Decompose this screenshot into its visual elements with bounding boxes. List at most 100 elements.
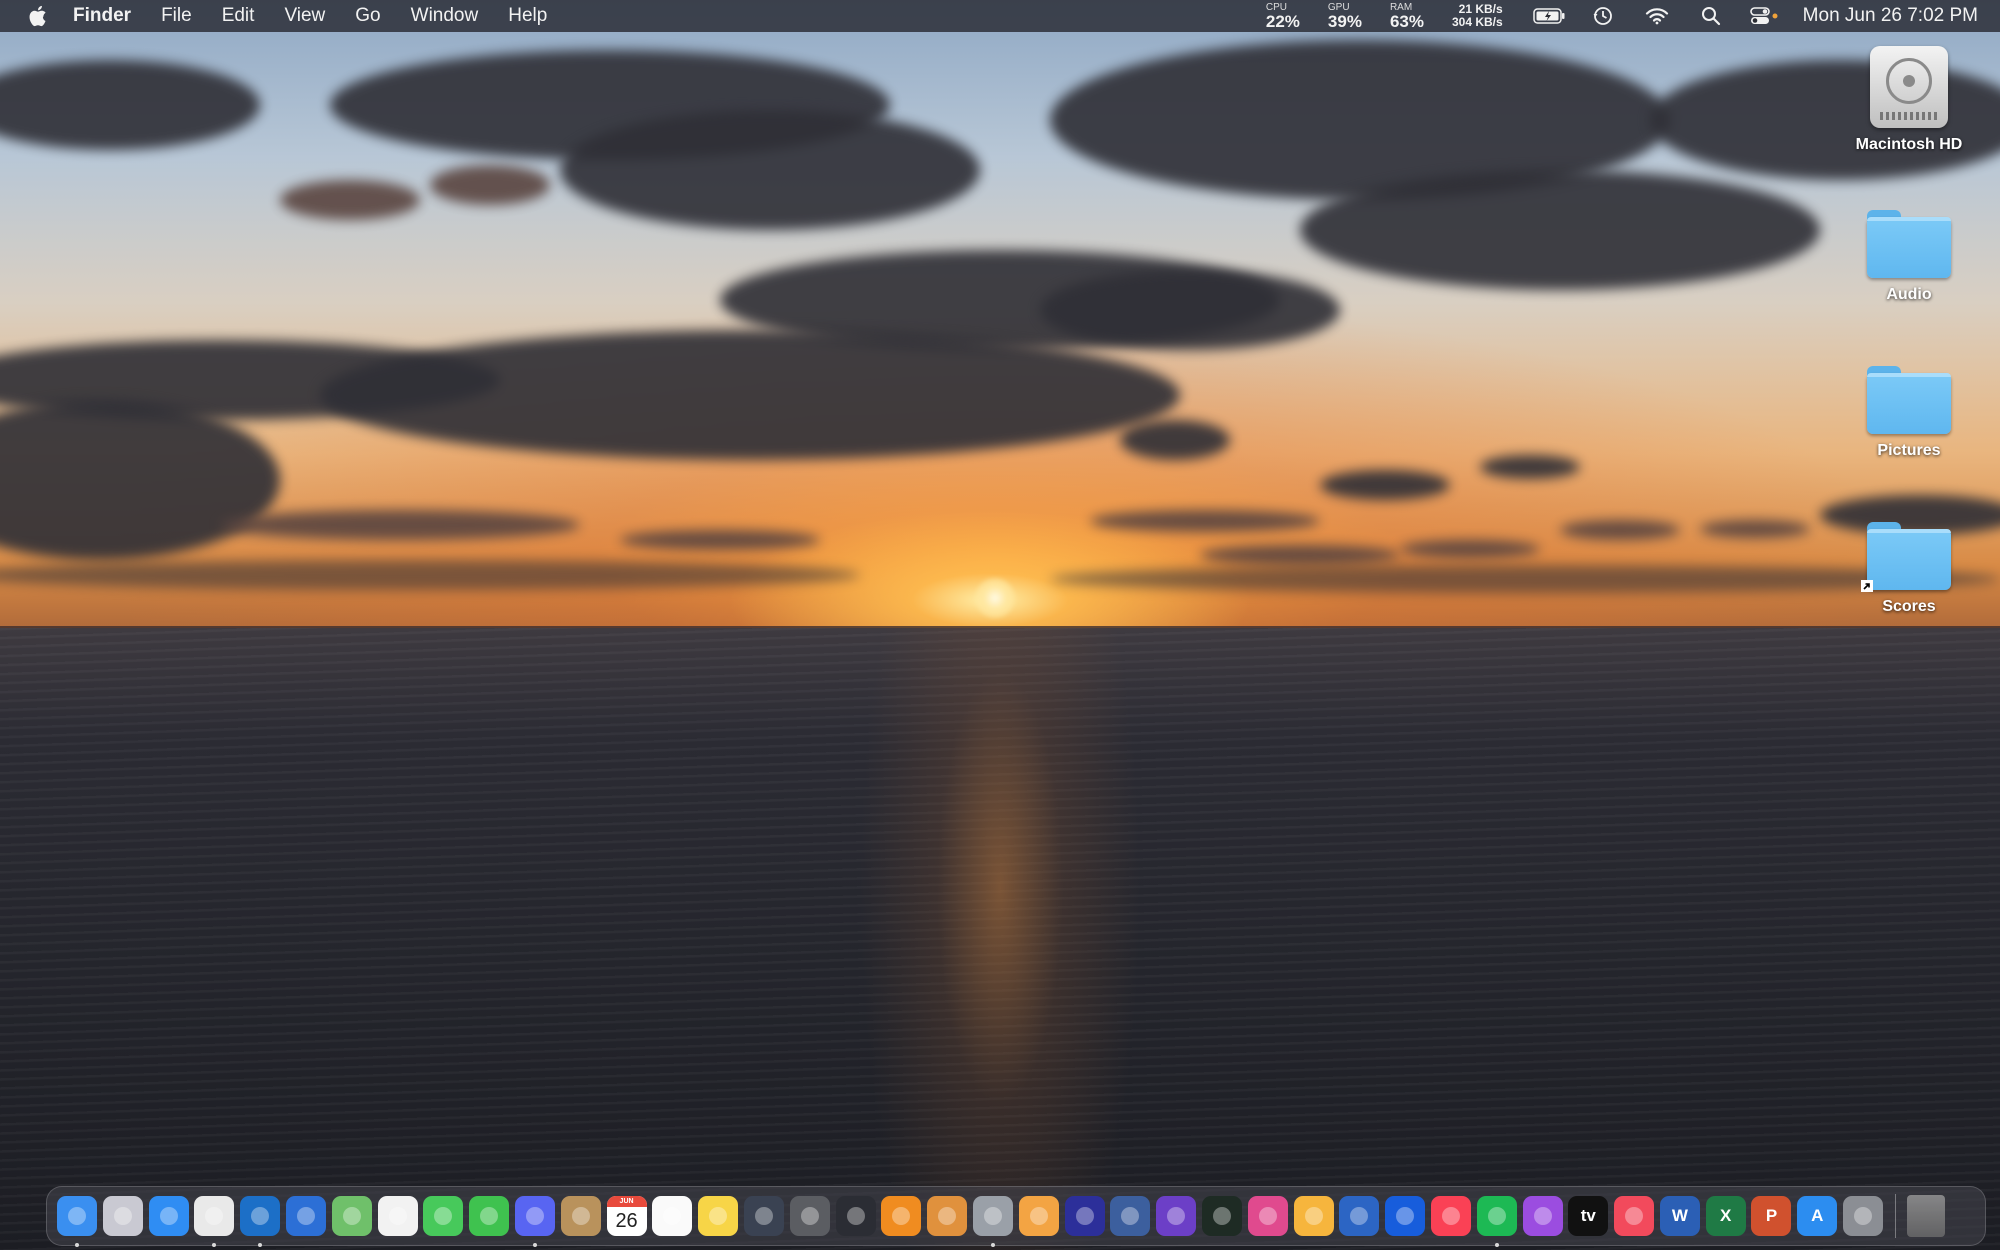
dock-app-messages[interactable]: [423, 1196, 464, 1236]
menu-bar-status-area: CPU 22% GPU 39% RAM 63% 21 KB/s 304 KB/s: [1266, 0, 2000, 32]
dock-app-activity-monitor[interactable]: [1201, 1196, 1242, 1236]
apple-menu-icon[interactable]: [25, 4, 49, 28]
dock-app-launchpad[interactable]: [102, 1196, 143, 1236]
dock-app-bitwarden[interactable]: [1385, 1196, 1426, 1236]
menu-go[interactable]: Go: [355, 5, 380, 27]
compressor-icon: [800, 1207, 819, 1225]
discord-icon: [525, 1207, 544, 1225]
dock-app-system-settings[interactable]: [1843, 1196, 1884, 1236]
network-stat[interactable]: 21 KB/s 304 KB/s: [1452, 3, 1503, 28]
dock-app-musescore[interactable]: [1156, 1196, 1197, 1236]
dock-app-notes[interactable]: [698, 1196, 739, 1236]
time-machine-icon[interactable]: [1587, 4, 1619, 28]
dock-app-obs[interactable]: [835, 1196, 876, 1236]
dock-app-facetime[interactable]: [469, 1196, 510, 1236]
control-center-icon[interactable]: [1749, 4, 1781, 28]
dock-app-outlook[interactable]: [240, 1196, 281, 1247]
cpu-stat[interactable]: CPU 22%: [1265, 1, 1300, 31]
dock-app-character[interactable]: [1018, 1196, 1059, 1236]
desktop-item-macintosh-hd[interactable]: Macintosh HD: [1844, 46, 1974, 154]
bitwarden-icon: [1396, 1207, 1415, 1225]
ram-label: RAM: [1389, 1, 1413, 13]
system-settings-icon: [1854, 1207, 1873, 1225]
menu-view[interactable]: View: [284, 5, 325, 27]
outlook-icon: [251, 1207, 270, 1225]
dock-app-screens[interactable]: [1339, 1196, 1380, 1236]
dock-app-news[interactable]: [1614, 1196, 1655, 1236]
dock-app-audio-app[interactable]: [1064, 1196, 1105, 1236]
davinci-resolve-icon: [754, 1207, 773, 1225]
menu-edit[interactable]: Edit: [222, 5, 255, 27]
dock-app-chrome[interactable]: [194, 1196, 235, 1247]
chrome-icon: [205, 1207, 224, 1225]
battery-icon[interactable]: [1532, 4, 1565, 28]
dock-app-sibelius[interactable]: [1110, 1196, 1151, 1236]
dock-app-files[interactable]: [285, 1196, 326, 1236]
gpu-stat[interactable]: GPU 39%: [1327, 2, 1362, 31]
sun: [975, 578, 1015, 618]
menu-file[interactable]: File: [161, 5, 192, 27]
search-icon[interactable]: [1695, 4, 1727, 28]
cpu-value: 22%: [1265, 11, 1300, 31]
dock-app-spotify[interactable]: [1476, 1196, 1517, 1247]
dock-app-excel[interactable]: X: [1705, 1196, 1746, 1236]
network-down: 304 KB/s: [1451, 15, 1503, 29]
dock-app-powerpoint[interactable]: P: [1751, 1196, 1792, 1236]
dock-app-calendar[interactable]: JUN 26: [606, 1196, 647, 1236]
dock-app-waveform[interactable]: [1247, 1196, 1288, 1236]
facetime-icon: [480, 1207, 499, 1225]
dock-app-discord[interactable]: [514, 1196, 555, 1247]
ram-value: 63%: [1389, 11, 1424, 31]
wifi-icon[interactable]: [1641, 4, 1673, 28]
dock-app-contacts[interactable]: [560, 1196, 601, 1236]
dock-app-reminders[interactable]: [652, 1196, 693, 1236]
desktop-item-pictures[interactable]: Pictures: [1844, 366, 1974, 460]
dock-app-app-store[interactable]: A: [1797, 1196, 1838, 1236]
app-store-icon: A: [1811, 1206, 1824, 1225]
ram-stat[interactable]: RAM 63%: [1389, 1, 1424, 31]
desktop-item-audio[interactable]: Audio: [1844, 210, 1974, 304]
alias-arrow-icon: [1861, 580, 1873, 592]
desktop-item-scores[interactable]: Scores: [1844, 522, 1974, 616]
safari-icon: [159, 1207, 178, 1225]
menu-bar-clock[interactable]: Mon Jun 26 7:02 PM: [1803, 5, 1978, 27]
sibelius-icon: [1121, 1207, 1140, 1225]
menu-help[interactable]: Help: [508, 5, 547, 27]
launchpad-icon: [113, 1207, 132, 1225]
cpu-label: CPU: [1265, 1, 1287, 13]
desktop-item-label: Audio: [1886, 286, 1932, 303]
menu-app-finder[interactable]: Finder: [73, 5, 131, 27]
desktop-item-label: Scores: [1882, 598, 1936, 615]
character-icon: [1029, 1207, 1048, 1225]
audio-app-icon: [1075, 1207, 1094, 1225]
maps-icon: [342, 1207, 361, 1225]
waveform-icon: [1258, 1207, 1277, 1225]
dock-app-finder[interactable]: [57, 1196, 97, 1247]
musescore-icon: [1167, 1207, 1186, 1225]
word-icon: W: [1671, 1206, 1688, 1225]
dock-app-music[interactable]: [1430, 1196, 1471, 1236]
dock-app-safari[interactable]: [148, 1196, 189, 1236]
dock-app-blender[interactable]: [881, 1196, 922, 1236]
finder-icon: [68, 1207, 86, 1225]
dock-app-compressor[interactable]: [789, 1196, 830, 1236]
dock-app-davinci-resolve[interactable]: [743, 1196, 784, 1236]
desktop-item-label: Macintosh HD: [1855, 136, 1963, 153]
dock-trash[interactable]: [1906, 1195, 1946, 1237]
menu-window[interactable]: Window: [411, 5, 479, 27]
desktop-item-label: Pictures: [1877, 442, 1941, 459]
menu-bar: Finder File Edit View Go Window Help CPU…: [0, 0, 2000, 32]
dock-app-podcasts[interactable]: [1522, 1196, 1563, 1236]
dock-app-apple-tv[interactable]: tv: [1568, 1196, 1609, 1236]
dock-app-word[interactable]: W: [1659, 1196, 1700, 1236]
dock-app-maps[interactable]: [331, 1196, 372, 1236]
dock-app-disk-utility[interactable]: [972, 1196, 1013, 1247]
calendar-month: JUN: [606, 1196, 647, 1207]
dock-app-aperture[interactable]: [927, 1196, 968, 1236]
blender-icon: [892, 1207, 911, 1225]
hard-drive-icon: [1870, 46, 1948, 128]
dock-app-mela[interactable]: [1293, 1196, 1334, 1236]
dock-app-photos[interactable]: [377, 1196, 418, 1236]
messages-icon: [434, 1207, 453, 1225]
gpu-value: 39%: [1327, 11, 1362, 31]
